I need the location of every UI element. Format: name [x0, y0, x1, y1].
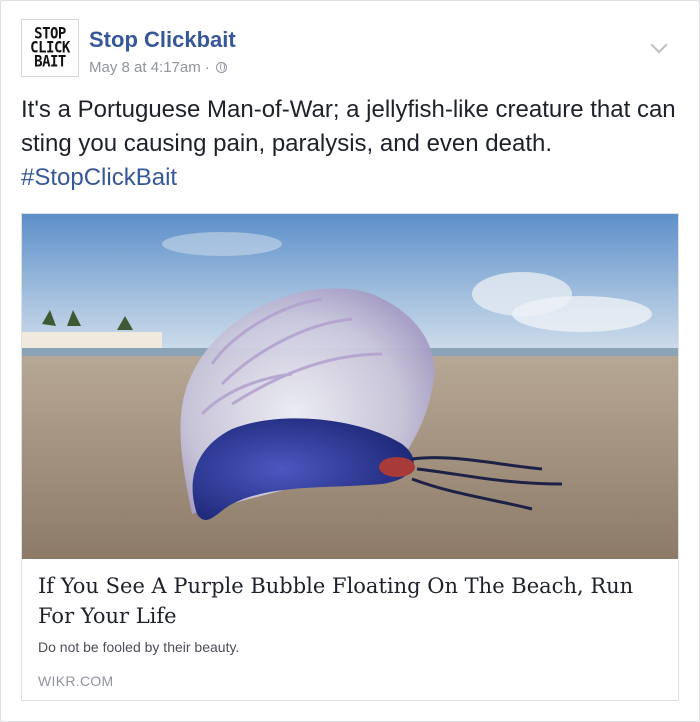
avatar[interactable]: STOP CLICK BAIT [21, 19, 79, 77]
avatar-line: BAIT [34, 52, 66, 72]
chevron-down-icon[interactable] [650, 36, 668, 54]
meta-separator: · [204, 59, 210, 76]
card-title[interactable]: If You See A Purple Bubble Floating On T… [38, 571, 662, 631]
globe-icon[interactable] [215, 62, 227, 73]
preview-image[interactable] [22, 214, 678, 559]
post-header: STOP CLICK BAIT Stop Clickbait May 8 at … [21, 19, 681, 79]
card-description: Do not be fooled by their beauty. [38, 639, 240, 655]
timestamp-link[interactable]: May 8 at 4:17am [89, 59, 201, 76]
card-domain: WIKR.COM [38, 673, 114, 689]
man-of-war-photo [22, 214, 678, 559]
hashtag-link[interactable]: #StopClickBait [21, 164, 177, 191]
feed-post: STOP CLICK BAIT Stop Clickbait May 8 at … [0, 0, 700, 722]
post-body: It's a Portuguese Man-of-War; a jellyfis… [21, 96, 676, 157]
post-text: It's a Portuguese Man-of-War; a jellyfis… [21, 93, 681, 195]
post-meta: May 8 at 4:17am · [89, 59, 227, 76]
card-body[interactable]: If You See A Purple Bubble Floating On T… [22, 559, 678, 689]
page-name-link[interactable]: Stop Clickbait [89, 27, 236, 53]
link-preview-card[interactable]: If You See A Purple Bubble Floating On T… [21, 213, 679, 701]
